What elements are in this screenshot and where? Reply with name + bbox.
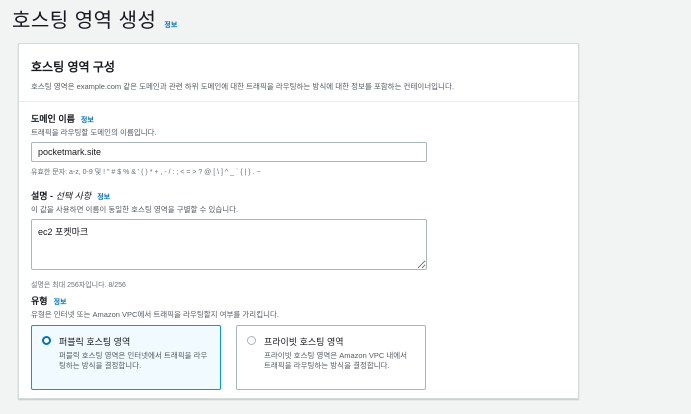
public-hosted-zone-tile[interactable]: 퍼블릭 호스팅 영역 퍼블릭 호스팅 영역은 인터넷에서 트래픽을 라우팅하는 … bbox=[31, 325, 221, 390]
type-tiles: 퍼블릭 호스팅 영역 퍼블릭 호스팅 영역은 인터넷에서 트래픽을 라우팅하는 … bbox=[31, 325, 441, 390]
description-field: 설명 - 선택 사항 정보 이 값을 사용하면 이름이 동일한 호스팅 영역을 … bbox=[31, 189, 427, 290]
domain-name-hint: 트래픽을 라우팅할 도메인의 이름입니다. bbox=[31, 128, 157, 137]
description-textarea[interactable]: ec2 포켓마크 bbox=[31, 219, 427, 270]
private-radio-icon[interactable] bbox=[247, 336, 256, 345]
description-hint: 이 값을 사용하면 이름이 동일한 호스팅 영역을 구별할 수 있습니다. bbox=[31, 205, 239, 214]
public-tile-description: 퍼블릭 호스팅 영역은 인터넷에서 트래픽을 라우팅하는 방식을 결정합니다. bbox=[59, 351, 208, 370]
page-header: 호스팅 영역 생성 정보 bbox=[12, 4, 177, 33]
page-title: 호스팅 영역 생성 bbox=[12, 10, 157, 32]
domain-name-field: 도메인 이름 정보 트래픽을 라우팅할 도메인의 이름입니다. 유효한 문자: … bbox=[31, 112, 427, 177]
type-field: 유형 정보 유형은 인터넷 또는 Amazon VPC에서 트래픽을 라우팅할지… bbox=[31, 294, 441, 390]
public-tile-title: 퍼블릭 호스팅 영역 bbox=[59, 337, 131, 347]
panel-title: 호스팅 영역 구성 bbox=[31, 60, 115, 74]
private-tile-title: 프라이빗 호스팅 영역 bbox=[264, 337, 344, 347]
domain-name-label: 도메인 이름 bbox=[31, 114, 75, 124]
type-label: 유형 bbox=[31, 296, 48, 306]
type-hint: 유형은 인터넷 또는 Amazon VPC에서 트래픽을 라우팅할지 여부를 가… bbox=[31, 310, 279, 319]
type-info-link[interactable]: 정보 bbox=[54, 297, 67, 307]
description-constraint: 설명은 최대 256자입니다. 8/256 bbox=[31, 282, 126, 289]
description-label: 설명 - 선택 사항 bbox=[31, 191, 92, 201]
domain-name-input[interactable] bbox=[31, 142, 427, 162]
panel-header: 호스팅 영역 구성 호스팅 영역은 example.com 같은 도메인과 관련… bbox=[19, 44, 578, 102]
private-hosted-zone-tile[interactable]: 프라이빗 호스팅 영역 프라이빗 호스팅 영역은 Amazon VPC 내에서 … bbox=[236, 325, 426, 390]
page-info-link[interactable]: 정보 bbox=[164, 20, 177, 30]
private-tile-description: 프라이빗 호스팅 영역은 Amazon VPC 내에서 트래픽을 라우팅하는 방… bbox=[264, 351, 408, 370]
domain-name-constraint: 유효한 문자: a-z, 0-9 및 ! " # $ % & ' ( ) * +… bbox=[31, 169, 261, 176]
hosted-zone-config-panel: 호스팅 영역 구성 호스팅 영역은 example.com 같은 도메인과 관련… bbox=[18, 43, 579, 399]
domain-name-info-link[interactable]: 정보 bbox=[81, 115, 94, 125]
description-info-link[interactable]: 정보 bbox=[97, 192, 110, 202]
public-radio-icon[interactable] bbox=[42, 336, 51, 345]
panel-description: 호스팅 영역은 example.com 같은 도메인과 관련 하위 도메인에 대… bbox=[31, 82, 454, 91]
